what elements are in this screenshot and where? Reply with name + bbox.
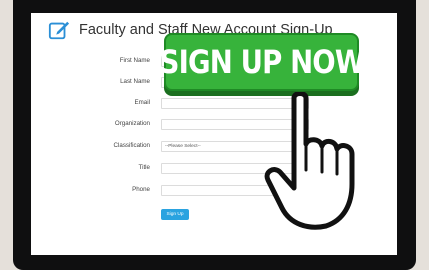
organization-label: Organization xyxy=(114,120,150,127)
sign-up-now-banner[interactable]: SIGN UP NOW xyxy=(159,33,365,97)
banner-text: SIGN UP NOW xyxy=(159,43,365,81)
banner-face: SIGN UP NOW xyxy=(159,33,365,91)
sign-up-button[interactable]: Sign Up xyxy=(161,209,189,220)
edit-icon xyxy=(48,21,70,40)
classification-label: Classification xyxy=(113,142,150,149)
email-label: Email xyxy=(134,99,150,106)
last-name-label: Last Name xyxy=(120,78,150,85)
phone-label: Phone xyxy=(132,186,150,193)
title-label: Title xyxy=(138,164,150,171)
first-name-label: First Name xyxy=(119,57,150,64)
classification-selected: --Please Select-- xyxy=(165,144,201,149)
pointing-hand-icon xyxy=(264,92,355,230)
